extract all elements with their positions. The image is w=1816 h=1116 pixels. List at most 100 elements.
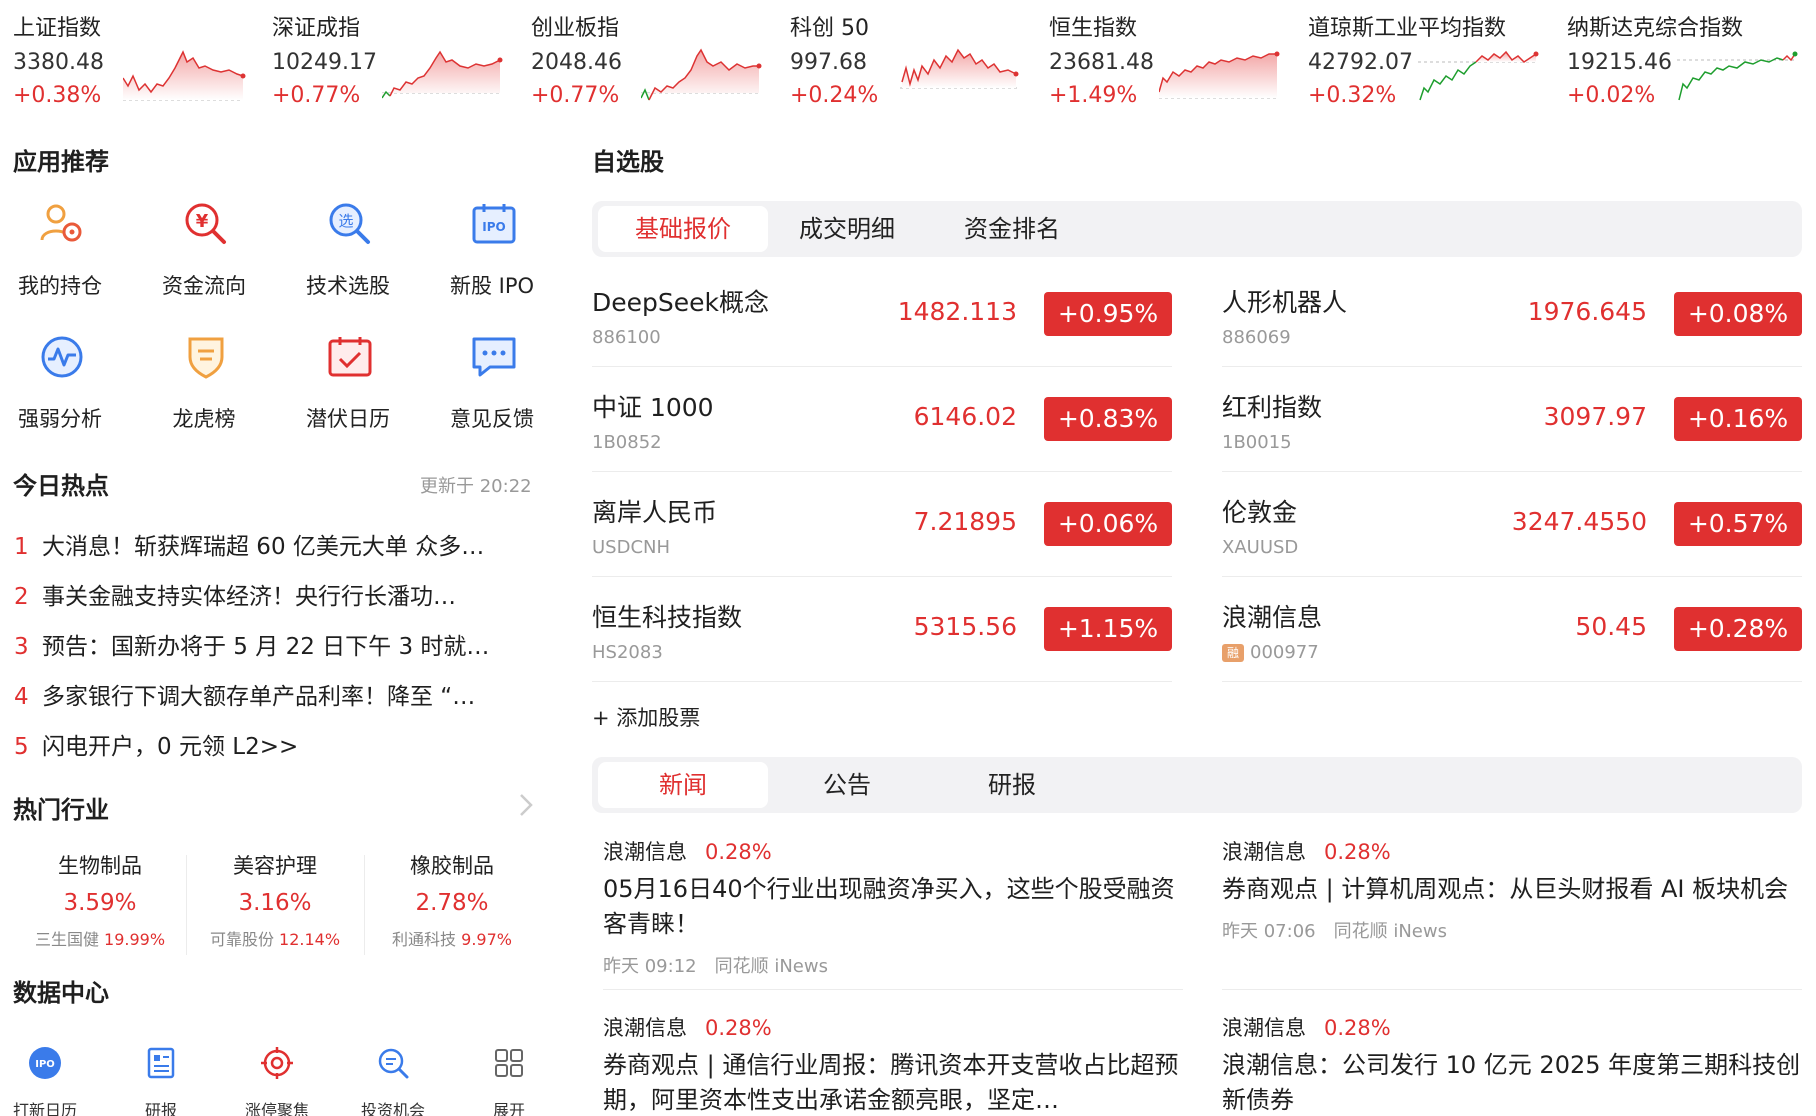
index-value: 42792.07 [1308,50,1413,75]
strength-analysis-icon [41,336,83,378]
stock-name: DeepSeek概念 [592,288,769,317]
index-name: 上证指数 [13,16,102,41]
datacenter-title: 数据中心 [13,979,109,1007]
hot-news-item[interactable]: 4 多家银行下调大额存单产品利率！降至 “… [14,677,544,713]
data-item-ipo-calendar[interactable]: IPO 打新日历 [0,1045,95,1116]
stock-row[interactable]: 浪潮信息 融 000977 50.45 +0.28% [1222,578,1802,682]
data-item-limit-up[interactable]: 涨停聚焦 [227,1045,327,1116]
index-card[interactable]: 上证指数 3380.48 +0.38% [13,10,263,115]
index-card[interactable]: 创业板指 2048.46 +0.77% [531,10,781,115]
hot-text: 闪电开户，0 元领 L2>> [42,734,299,760]
stock-row[interactable]: DeepSeek概念 886100 1482.113 +0.95% [592,263,1172,367]
data-item-opportunity[interactable]: 投资机会 [343,1045,443,1116]
hot-news-item[interactable]: 1 大消息！斩获辉瑞超 60 亿美元大单 众多… [14,527,544,563]
hot-news-item[interactable]: 3 预告：国新办将于 5 月 22 日下午 3 时就… [14,627,544,663]
news-item[interactable]: 浪潮信息 0.28% 浪潮信息：公司发行 10 亿元 2025 年度第三期科技创新… [1222,1012,1802,1116]
stock-row[interactable]: 人形机器人 886069 1976.645 +0.08% [1222,263,1802,367]
chevron-right-icon[interactable] [518,792,534,818]
index-name: 道琼斯工业平均指数 [1308,16,1507,41]
news-tabs: 新闻 公告 研报 [592,757,1802,813]
news-stock-tag: 浪潮信息 0.28% [603,840,772,864]
watchlist-tabs: 基础报价 成交明细 资金排名 [592,201,1802,257]
app-calendar[interactable]: 潜伏日历 [288,333,408,443]
stock-price: 1976.645 [1527,297,1647,326]
industries-title: 热门行业 [13,796,109,824]
news-item[interactable]: 浪潮信息 0.28% 券商观点 | 计算机周观点：从巨头财报看 AI 板块机会 昨… [1222,836,1802,943]
index-change: +0.32% [1308,83,1397,108]
hot-rank: 1 [14,534,29,560]
app-strength-analysis[interactable]: 强弱分析 [0,333,120,443]
app-new-ipo[interactable]: IPO 新股 IPO [432,200,552,310]
search-icon [378,1048,409,1079]
stock-name: 恒生科技指数 [592,603,743,632]
app-money-flow[interactable]: ¥ 资金流向 [144,200,264,310]
tab-announcements[interactable]: 公告 [762,762,932,808]
data-item-expand[interactable]: 展开 [459,1045,559,1116]
tab-capital-ranking[interactable]: 资金排名 [927,206,1097,252]
stock-change-badge: +0.28% [1674,607,1802,651]
stock-code: XAUUSD [1222,537,1299,558]
industry-name: 橡胶制品 [410,854,494,878]
stock-picker-icon: 选 [329,203,370,244]
hot-rank: 2 [14,584,29,610]
industry-card[interactable]: 美容护理 3.16% 可靠股份 12.14% [185,850,365,950]
stock-row[interactable]: 伦敦金 XAUUSD 3247.4550 +0.57% [1222,473,1802,577]
stock-name: 中证 1000 [592,393,714,422]
news-title: 券商观点 | 计算机周观点：从巨头财报看 AI 板块机会 [1222,875,1789,903]
hot-rank: 5 [14,734,29,760]
index-value: 997.68 [790,50,867,75]
apps-title: 应用推荐 [13,148,109,176]
stock-row[interactable]: 中证 1000 1B0852 6146.02 +0.83% [592,368,1172,472]
stock-row[interactable]: 离岸人民币 USDCNH 7.21895 +0.06% [592,473,1172,577]
news-stock-tag: 浪潮信息 0.28% [1222,840,1391,864]
add-stock-button[interactable]: + 添加股票 [592,702,700,732]
index-change: +0.38% [13,83,102,108]
stock-price: 6146.02 [913,402,1017,431]
money-flow-icon: ¥ [185,203,226,244]
stock-price: 7.21895 [913,507,1017,536]
hot-news-item[interactable]: 5 闪电开户，0 元领 L2>> [14,727,544,763]
app-dragon-tiger[interactable]: 龙虎榜 [144,333,264,443]
industry-card[interactable]: 生物制品 3.59% 三生国健 19.99% [10,850,190,950]
stock-change-badge: +0.95% [1044,292,1172,336]
app-feedback[interactable]: 意见反馈 [432,333,552,443]
tab-research[interactable]: 研报 [927,762,1097,808]
stock-code: 1B0015 [1222,432,1292,453]
hot-news-item[interactable]: 2 事关金融支持实体经济！央行行长潘功… [14,577,544,613]
stock-price: 3097.97 [1543,402,1647,431]
app-label: 意见反馈 [450,407,534,431]
index-ticker: 上证指数 3380.48 +0.38% 深证成指 10249.17 +0.77%… [0,0,1816,120]
stock-change-badge: +0.16% [1674,397,1802,441]
tab-trade-details[interactable]: 成交明细 [762,206,932,252]
hot-text: 多家银行下调大额存单产品利率！降至 “… [42,684,476,710]
industry-lead-stock: 利通科技 9.97% [392,930,512,949]
index-sparkline [641,48,762,101]
hot-updated-time: 更新于 20:22 [420,476,532,497]
index-card[interactable]: 科创 50 997.68 +0.24% [790,10,1040,115]
index-card[interactable]: 恒生指数 23681.48 +1.49% [1049,10,1299,115]
app-label: 强弱分析 [18,407,102,431]
ipo-icon: IPO [472,204,516,244]
news-item[interactable]: 浪潮信息 0.28% 券商观点 | 通信行业周报：腾讯资本开支营收占比超预期，阿里… [603,1012,1183,1116]
stock-name: 伦敦金 [1222,498,1298,527]
index-card[interactable]: 道琼斯工业平均指数 42792.07 +0.32% [1308,10,1558,115]
app-label: 我的持仓 [18,274,102,298]
stock-row[interactable]: 恒生科技指数 HS2083 5315.56 +1.15% [592,578,1172,682]
index-card[interactable]: 深证成指 10249.17 +0.77% [272,10,522,115]
index-card[interactable]: 纳斯达克综合指数 19215.46 +0.02% [1567,10,1816,115]
news-meta: 昨天 07:06 同花顺 iNews [1222,921,1447,942]
news-item[interactable]: 浪潮信息 0.28% 05月16日40个行业出现融资净买入，这些个股受融资客青睐！… [603,836,1183,978]
industry-lead-stock: 三生国健 19.99% [34,930,166,949]
tab-news[interactable]: 新闻 [598,762,768,808]
app-tech-picker[interactable]: 选 技术选股 [288,200,408,310]
feedback-icon [472,337,516,377]
app-my-holdings[interactable]: 我的持仓 [0,200,120,310]
index-sparkline [1677,51,1798,101]
data-item-label: 投资机会 [360,1101,425,1116]
index-change: +0.77% [272,83,361,108]
industry-card[interactable]: 橡胶制品 2.78% 利通科技 9.97% [362,850,542,950]
app-label: 技术选股 [306,274,390,298]
tab-basic-quote[interactable]: 基础报价 [598,206,768,252]
stock-row[interactable]: 红利指数 1B0015 3097.97 +0.16% [1222,368,1802,472]
data-item-research[interactable]: 研报 [111,1045,211,1116]
